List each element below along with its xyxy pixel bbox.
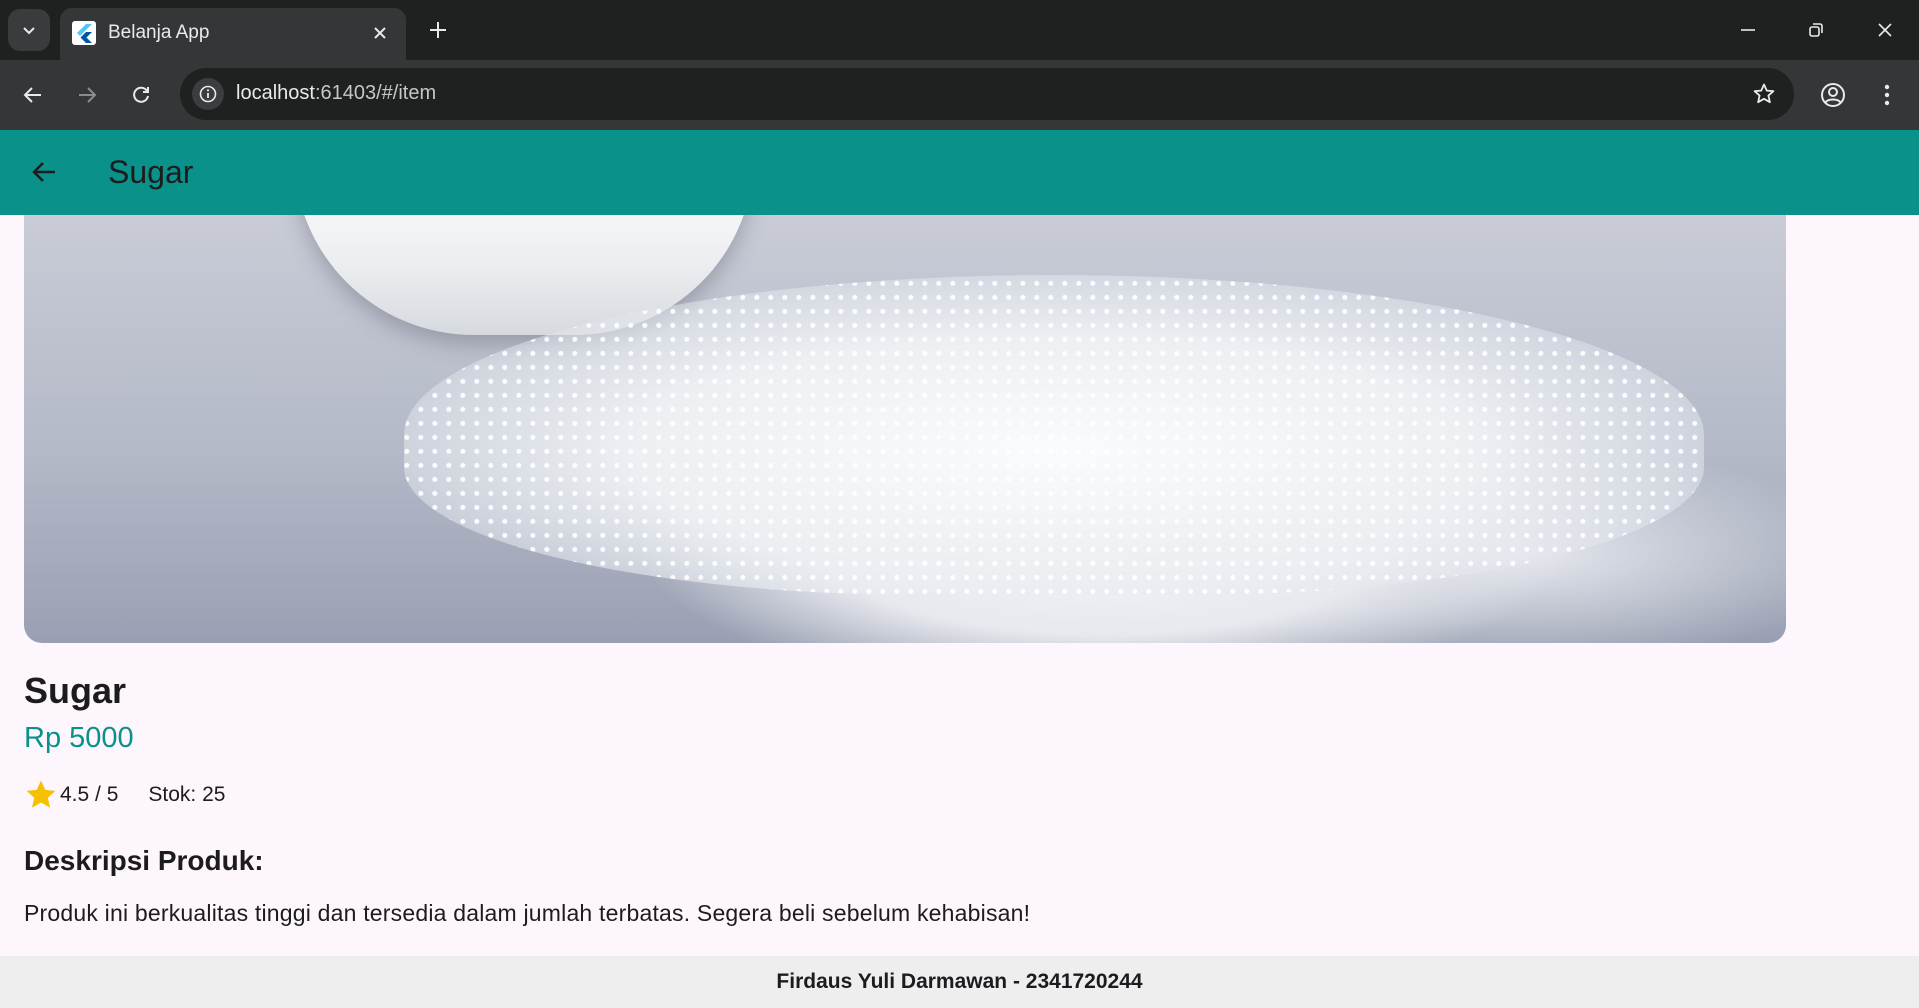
arrow-right-icon [79, 87, 97, 103]
plus-icon [430, 22, 446, 38]
description-text: Produk ini berkualitas tinggi dan tersed… [24, 900, 1031, 926]
browser-menu-button[interactable] [1870, 78, 1904, 112]
tab-list-button[interactable] [8, 9, 50, 51]
product-image [24, 215, 1786, 643]
back-button[interactable] [16, 78, 50, 112]
description-title: Deskripsi Produk: [24, 845, 264, 876]
profile-button[interactable] [1816, 78, 1850, 112]
account-icon [1821, 83, 1845, 107]
stock-text: Stok: 25 [148, 783, 226, 806]
url-path: :61403/#/item [314, 82, 437, 104]
sugar-pile-graphic [404, 275, 1704, 595]
rating-text: 4.5 / 5 [60, 783, 119, 806]
product-name: Sugar [24, 670, 127, 711]
flutter-logo-icon [72, 21, 96, 45]
chevron-down-icon [23, 27, 35, 35]
star-outline-icon [1753, 83, 1775, 104]
app-bar-title: Sugar [108, 154, 194, 190]
reload-button[interactable] [124, 78, 158, 112]
close-icon [374, 27, 386, 39]
reload-icon [133, 86, 149, 103]
browser-toolbar: localhost:61403/#/item [0, 60, 1919, 130]
url-text[interactable]: localhost:61403/#/item [236, 82, 436, 105]
minimize-icon [1741, 29, 1755, 31]
restore-icon [1809, 23, 1823, 37]
close-icon [1878, 23, 1892, 37]
minimize-button[interactable] [1732, 14, 1764, 46]
address-bar[interactable]: localhost:61403/#/item [180, 68, 1794, 120]
footer-text: Firdaus Yuli Darmawan - 2341720244 [776, 970, 1143, 993]
restore-button[interactable] [1800, 14, 1832, 46]
footer: Firdaus Yuli Darmawan - 2341720244 [0, 956, 1919, 1008]
forward-button[interactable] [70, 78, 104, 112]
browser-tab-strip: Belanja App [0, 0, 1919, 60]
browser-tab[interactable]: Belanja App [60, 8, 406, 60]
tab-title: Belanja App [108, 22, 210, 43]
arrow-left-icon [23, 87, 41, 103]
info-icon [199, 85, 217, 103]
site-info-button[interactable] [192, 78, 224, 110]
app-back-button[interactable] [24, 152, 64, 192]
bookmark-button[interactable] [1750, 80, 1778, 108]
rating-stock-row: 4.5 / 5 Stok: 25 [24, 778, 225, 812]
arrow-left-icon [32, 162, 55, 182]
url-host: localhost [236, 82, 315, 104]
new-tab-button[interactable] [424, 16, 452, 44]
app-bar: Sugar [0, 130, 1919, 215]
star-icon [26, 780, 56, 808]
kebab-menu-icon [1884, 84, 1890, 106]
close-tab-button[interactable] [368, 21, 392, 45]
product-price: Rp 5000 [24, 722, 134, 754]
close-window-button[interactable] [1869, 14, 1901, 46]
